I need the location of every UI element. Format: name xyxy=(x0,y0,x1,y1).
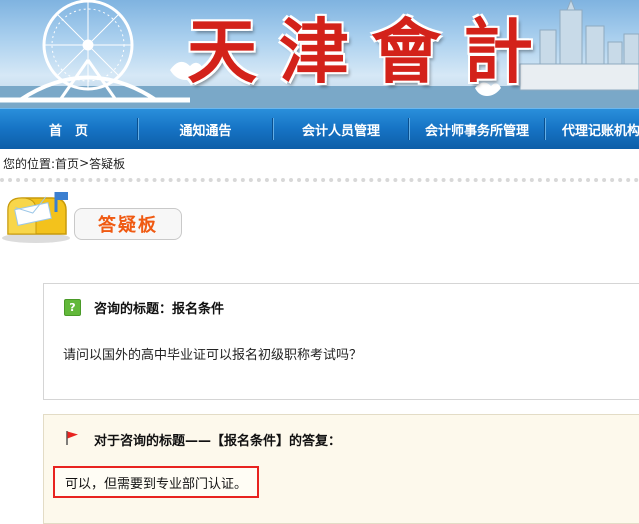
nav-item-accountant-management[interactable]: 会计人员管理 xyxy=(274,109,408,149)
answer-title: 对于咨询的标题——【报名条件】的答复： xyxy=(94,434,342,449)
question-panel: ? 咨询的标题：报名条件 请问以国外的高中毕业证可以报名初级职称考试吗？ xyxy=(43,283,639,400)
main-nav: 首 页 通知通告 会计人员管理 会计师事务所管理 代理记账机构管 xyxy=(0,108,639,149)
nav-item-home[interactable]: 首 页 xyxy=(0,109,137,149)
breadcrumb: 您的位置: 首页 > 答疑板 xyxy=(0,148,639,182)
title-char: 津 xyxy=(279,10,349,93)
title-char: 會 xyxy=(371,10,441,93)
title-char: 計 xyxy=(463,10,533,93)
header-banner: 天 津 會 計 xyxy=(0,0,639,108)
red-flag-icon xyxy=(66,431,78,445)
breadcrumb-separator: > xyxy=(79,156,90,170)
breadcrumb-home-link[interactable]: 首页 xyxy=(55,155,79,172)
answer-panel: 对于咨询的标题——【报名条件】的答复： 可以，但需要到专业部门认证。 xyxy=(43,414,639,524)
answer-body-highlighted: 可以，但需要到专业部门认证。 xyxy=(53,466,260,498)
nav-item-bookkeeping-agency[interactable]: 代理记账机构管 xyxy=(546,109,639,149)
mailbox-icon xyxy=(2,192,70,243)
site-title-calligraphy: 天 津 會 計 xyxy=(180,0,540,104)
question-icon: ? xyxy=(64,299,81,316)
title-char: 天 xyxy=(187,10,257,93)
nav-item-notices[interactable]: 通知通告 xyxy=(139,109,272,149)
question-body: 请问以国外的高中毕业证可以报名初级职称考试吗？ xyxy=(63,348,363,363)
qa-board-tab: 答疑板 xyxy=(74,208,182,240)
breadcrumb-current: 答疑板 xyxy=(89,156,126,171)
nav-item-firm-management[interactable]: 会计师事务所管理 xyxy=(410,109,544,149)
question-title: 咨询的标题：报名条件 xyxy=(94,302,225,317)
breadcrumb-prefix: 您的位置: xyxy=(3,156,56,171)
